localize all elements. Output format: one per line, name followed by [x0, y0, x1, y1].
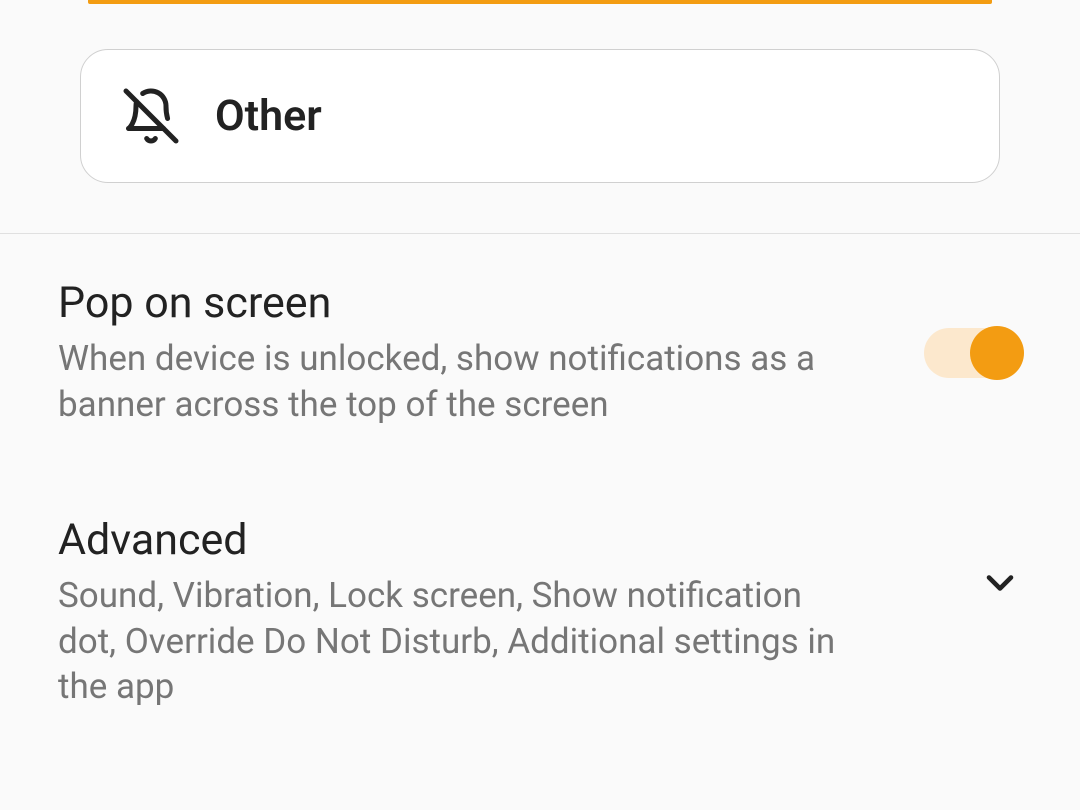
pop-on-screen-toggle[interactable] — [924, 328, 1022, 378]
notification-style-card-other[interactable]: Other — [80, 49, 1000, 183]
setting-description: Sound, Vibration, Lock screen, Show noti… — [58, 573, 858, 710]
bell-off-icon — [121, 86, 181, 146]
card-label: Other — [215, 91, 322, 141]
setting-advanced[interactable]: Advanced Sound, Vibration, Lock screen, … — [58, 471, 1022, 754]
setting-title: Advanced — [58, 515, 938, 565]
chevron-down-icon — [978, 561, 1022, 605]
setting-description: When device is unlocked, show notificati… — [58, 336, 858, 427]
toggle-knob — [970, 326, 1024, 380]
setting-title: Pop on screen — [58, 278, 884, 328]
setting-pop-on-screen[interactable]: Pop on screen When device is unlocked, s… — [58, 234, 1022, 471]
accent-underline — [88, 0, 992, 4]
